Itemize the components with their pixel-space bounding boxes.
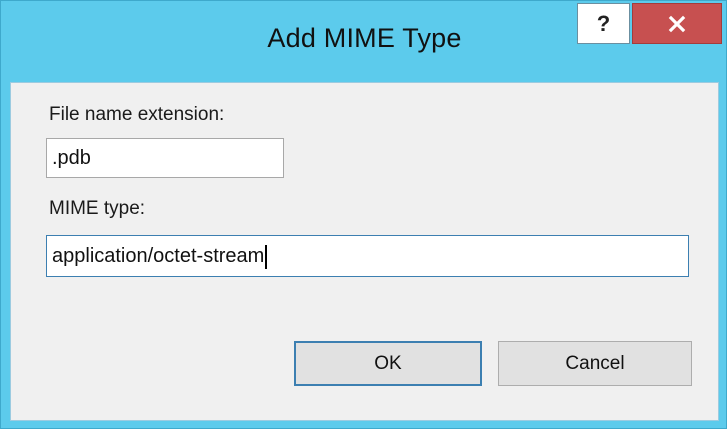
ok-button[interactable]: OK xyxy=(294,341,482,386)
mime-type-input[interactable]: application/octet-stream xyxy=(46,235,689,277)
mime-type-value: application/octet-stream xyxy=(52,245,265,267)
mime-type-label: MIME type: xyxy=(49,198,146,219)
title-bar[interactable]: Add MIME Type ? xyxy=(1,1,727,81)
close-button[interactable] xyxy=(632,3,722,44)
help-icon: ? xyxy=(596,10,611,36)
help-button[interactable]: ? xyxy=(577,3,630,44)
extension-label: File name extension: xyxy=(49,104,225,125)
add-mime-type-dialog: Add MIME Type ? File name extension: MIM… xyxy=(0,0,727,429)
extension-input[interactable] xyxy=(46,138,284,178)
close-icon xyxy=(668,15,686,32)
cancel-button[interactable]: Cancel xyxy=(498,341,692,386)
cancel-button-label: Cancel xyxy=(565,352,625,374)
ok-button-label: OK xyxy=(374,352,402,374)
text-caret xyxy=(265,244,268,269)
dialog-body: File name extension: MIME type: applicat… xyxy=(10,82,719,421)
